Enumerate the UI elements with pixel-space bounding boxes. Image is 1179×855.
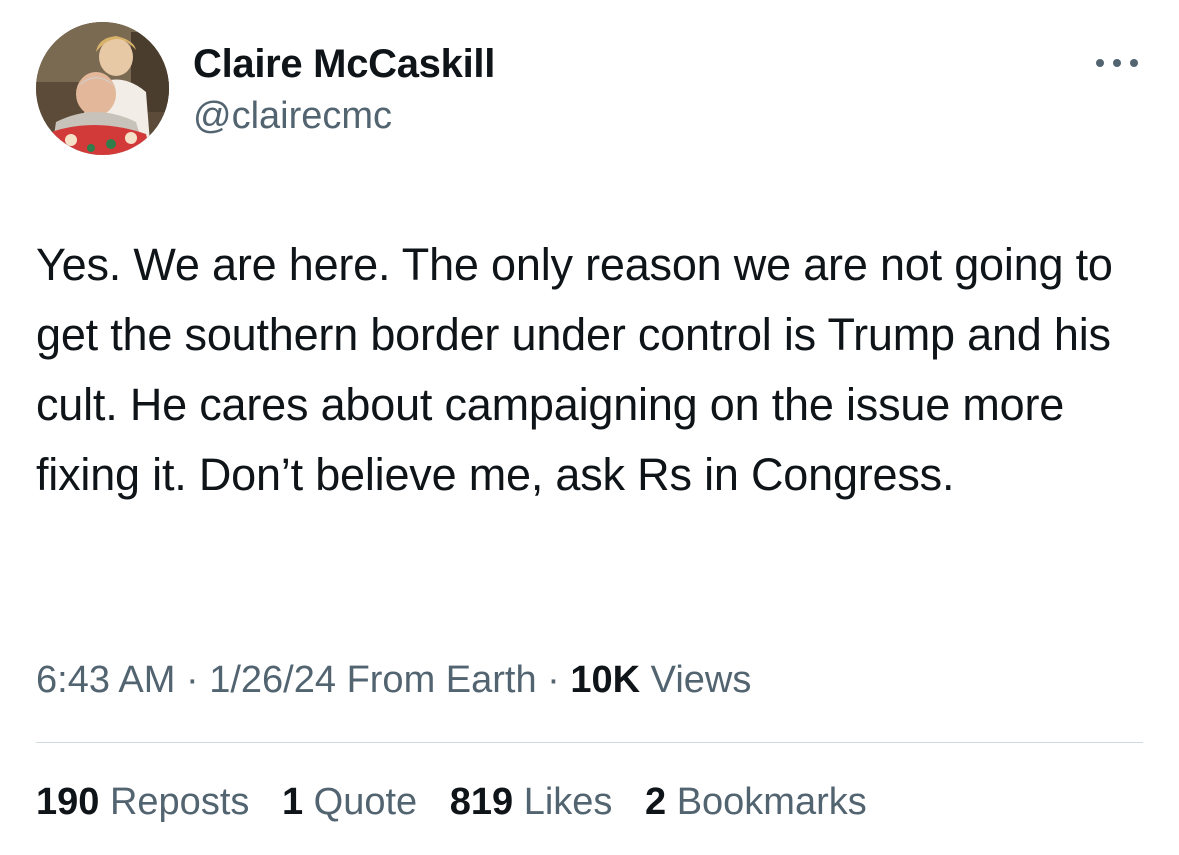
likes-label: Likes: [523, 781, 613, 823]
avatar[interactable]: [36, 22, 169, 155]
bookmarks-label: Bookmarks: [676, 781, 867, 823]
tweet-card: Claire McCaskill @clairecmc Yes. We are …: [0, 0, 1179, 855]
views-count: 10K: [570, 659, 641, 701]
reposts-count: 190: [36, 781, 100, 823]
engagement-stats: 190 Reposts 1 Quote 819 Likes 2 Bookmark…: [36, 774, 867, 830]
author-display-name[interactable]: Claire McCaskill: [193, 40, 495, 88]
author-handle[interactable]: @clairecmc: [193, 93, 392, 139]
more-horizontal-icon: [1096, 59, 1138, 67]
tweet-time[interactable]: 6:43 AM: [36, 659, 175, 701]
meta-separator: ·: [185, 659, 199, 701]
profile-photo-icon: [36, 22, 169, 155]
quotes-stat[interactable]: 1 Quote: [282, 774, 417, 830]
bookmarks-stat[interactable]: 2 Bookmarks: [645, 774, 867, 830]
tweet-source: From Earth: [346, 659, 537, 701]
tweet-text: Yes. We are here. The only reason we are…: [36, 239, 1113, 500]
tweet-meta: 6:43 AM · 1/26/24 From Earth · 10K Views: [36, 652, 751, 708]
likes-count: 819: [449, 781, 514, 823]
bookmarks-count: 2: [644, 781, 667, 823]
meta-separator: ·: [547, 659, 560, 701]
more-options-button[interactable]: [1090, 48, 1144, 78]
reposts-label: Reposts: [109, 781, 250, 823]
views-label: Views: [650, 659, 752, 701]
quotes-count: 1: [281, 781, 304, 823]
tweet-date[interactable]: 1/26/24: [209, 659, 336, 701]
divider: [36, 742, 1143, 743]
quotes-label: Quote: [313, 781, 418, 823]
reposts-stat[interactable]: 190 Reposts: [36, 774, 249, 830]
likes-stat[interactable]: 819 Likes: [450, 774, 613, 830]
